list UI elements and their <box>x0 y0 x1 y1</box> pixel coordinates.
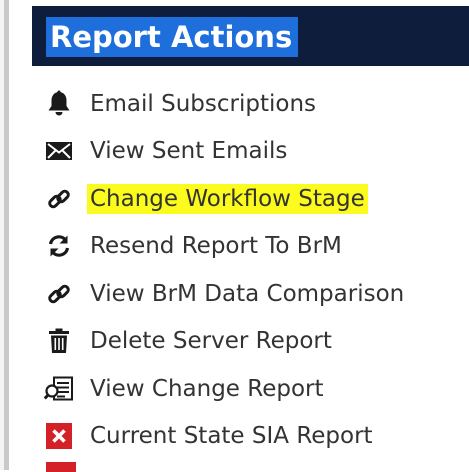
partial-menu-icon <box>46 462 76 472</box>
panel-title: Report Actions <box>46 17 299 57</box>
menu-item-view-change-report[interactable]: View Change Report <box>44 365 464 413</box>
menu-item-view-brm-data-comparison[interactable]: View BrM Data Comparison <box>44 270 464 318</box>
menu-item-email-subscriptions[interactable]: Email Subscriptions <box>44 80 464 128</box>
trash-icon <box>44 326 74 356</box>
link-icon <box>44 279 74 309</box>
menu-item-resend-report[interactable]: Resend Report To BrM <box>44 223 464 271</box>
menu-item-change-workflow-stage[interactable]: Change Workflow Stage <box>44 175 464 223</box>
panel-header: Report Actions <box>32 6 469 66</box>
menu-item-label: View BrM Data Comparison <box>90 280 405 307</box>
menu-item-label: View Sent Emails <box>90 138 288 165</box>
close-box-icon <box>44 421 74 451</box>
refresh-icon <box>44 231 74 261</box>
menu-item-label: View Change Report <box>90 375 324 402</box>
bell-icon <box>44 89 74 119</box>
envelope-icon <box>44 136 74 166</box>
menu-item-label: Delete Server Report <box>90 328 332 355</box>
menu-item-delete-server-report[interactable]: Delete Server Report <box>44 318 464 366</box>
menu-item-current-state-sia-report[interactable]: Current State SIA Report <box>44 413 464 461</box>
panel-left-border <box>0 0 9 470</box>
report-icon <box>44 374 74 404</box>
menu-item-label: Email Subscriptions <box>90 90 317 117</box>
menu-item-label: Resend Report To BrM <box>90 233 342 260</box>
report-actions-menu: Email Subscriptions View Sent Emails Cha… <box>44 80 464 460</box>
menu-item-view-sent-emails[interactable]: View Sent Emails <box>44 128 464 176</box>
menu-item-label: Change Workflow Stage <box>87 183 368 214</box>
link-icon <box>44 184 74 214</box>
menu-item-label: Current State SIA Report <box>90 423 373 450</box>
